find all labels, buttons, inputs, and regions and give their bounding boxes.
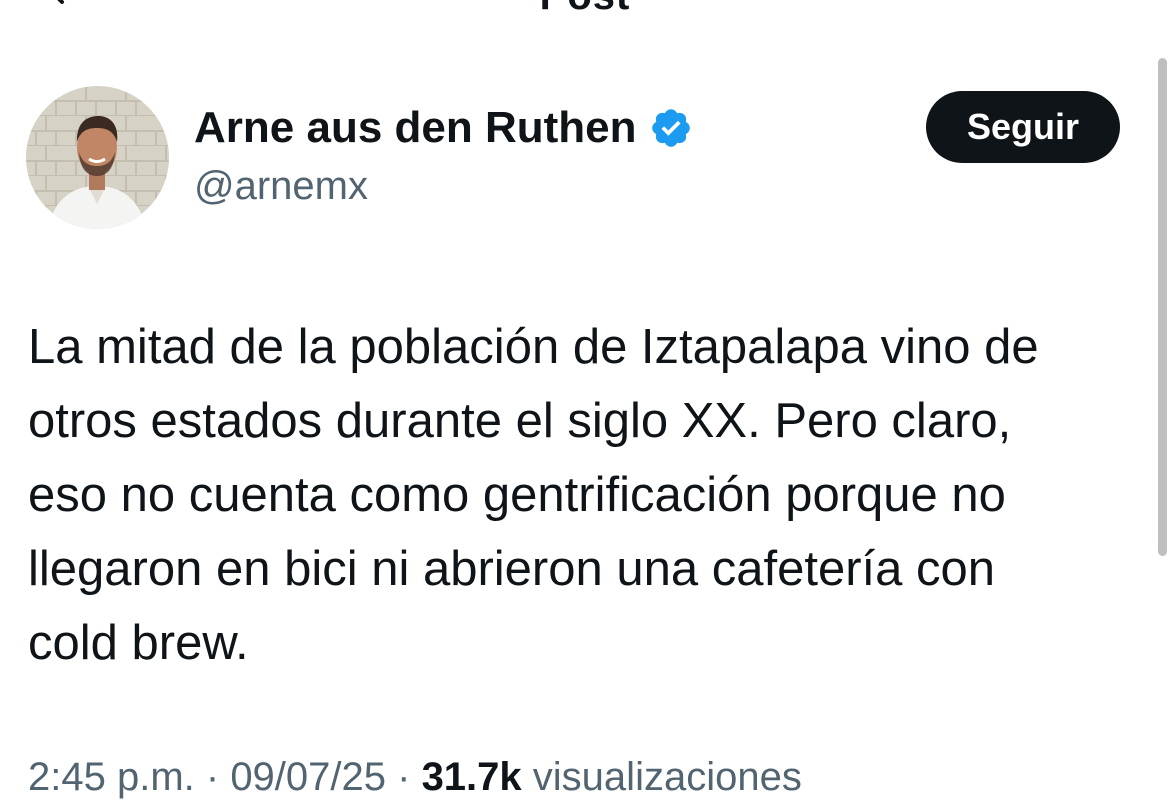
follow-button[interactable]: Seguir	[926, 91, 1120, 163]
post-text: La mitad de la población de Iztapalapa v…	[28, 310, 1148, 680]
verified-badge-icon[interactable]	[649, 106, 693, 150]
post-text-line: llegaron en bici ni abrieron una cafeter…	[28, 542, 996, 596]
post-text-line: cold brew.	[28, 616, 249, 670]
post-page: Post	[0, 0, 1170, 805]
author-handle[interactable]: @arnemx	[194, 164, 693, 209]
avatar[interactable]	[26, 86, 169, 229]
page-title: Post	[0, 0, 1170, 19]
author-display-name[interactable]: Arne aus den Ruthen	[194, 103, 637, 153]
post-author: Arne aus den Ruthen @arnemx Seguir	[26, 86, 1146, 231]
post-time[interactable]: 2:45 p.m.	[28, 755, 195, 799]
top-nav-bar: Post	[0, 0, 1170, 20]
meta-separator: ·	[194, 755, 231, 799]
post-text-line: eso no cuenta como gentrificación porque…	[28, 468, 1006, 522]
author-name-block: Arne aus den Ruthen @arnemx	[194, 100, 693, 209]
scrollbar[interactable]	[1158, 58, 1167, 556]
post-date[interactable]: 09/07/25	[230, 755, 386, 799]
post-text-line: La mitad de la población de Iztapalapa v…	[28, 320, 1039, 374]
views-count: 31.7k	[421, 755, 522, 799]
meta-separator: ·	[386, 755, 422, 799]
display-name-row: Arne aus den Ruthen	[194, 100, 693, 156]
views-label: visualizaciones	[532, 755, 802, 799]
post-meta: 2:45 p.m. · 09/07/25 · 31.7k visualizaci…	[28, 749, 802, 805]
post-text-line: otros estados durante el siglo XX. Pero …	[28, 394, 1012, 448]
